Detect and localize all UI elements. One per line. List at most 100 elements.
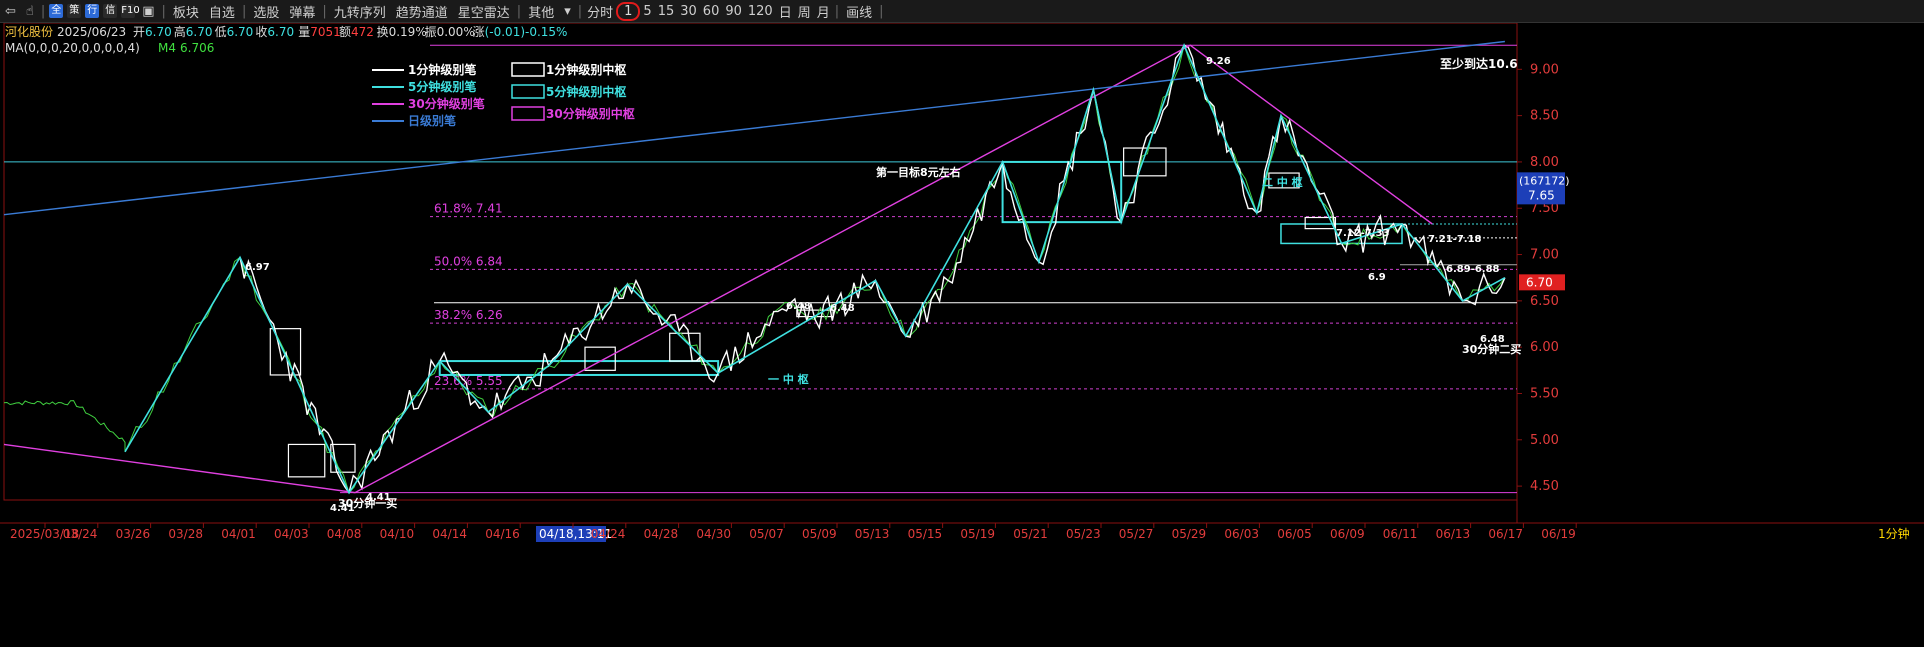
header-date: 2025/06/23 bbox=[57, 25, 126, 39]
x-tick-label: 04/10 bbox=[380, 527, 415, 541]
period-10[interactable]: 月 bbox=[814, 2, 833, 21]
x-tick-label: 05/07 bbox=[749, 527, 784, 541]
high-label: 高 bbox=[174, 24, 186, 39]
y-tick-label: 9.00 bbox=[1530, 62, 1559, 77]
target2-label: 至少到达10.6 bbox=[1440, 56, 1518, 71]
period-4[interactable]: 30 bbox=[677, 4, 700, 19]
period-3[interactable]: 15 bbox=[655, 4, 678, 19]
x-tick-label: 06/13 bbox=[1436, 527, 1471, 541]
high-value: 6.70 bbox=[186, 25, 213, 39]
x-tick-label: 06/05 bbox=[1277, 527, 1312, 541]
price-441a: 4.41 bbox=[330, 503, 355, 514]
vol-label: 量 bbox=[298, 25, 310, 39]
zs-b-label: 7.21-7.18 bbox=[1428, 234, 1482, 245]
toolbar-badge-2[interactable]: 行 bbox=[85, 4, 100, 18]
zs2-label: 二 中 枢 bbox=[1262, 175, 1303, 189]
vol-value: 7051 bbox=[310, 25, 341, 39]
turn-value: 0.19% bbox=[389, 25, 427, 39]
draw-line-button[interactable]: 画线 bbox=[841, 2, 877, 21]
ma4-value: 6.706 bbox=[180, 41, 214, 55]
x-tick-label: 04/16 bbox=[485, 527, 520, 541]
fib-label: 61.8% 7.41 bbox=[434, 202, 503, 216]
x-tick-label: 05/21 bbox=[1013, 527, 1048, 541]
x-tick-label: 04/14 bbox=[432, 527, 467, 541]
amt-label: 额 bbox=[339, 25, 351, 39]
open-value: 6.70 bbox=[145, 25, 172, 39]
x-tick-label: 05/29 bbox=[1172, 527, 1207, 541]
x-tick-label: 06/19 bbox=[1541, 527, 1576, 541]
back-icon[interactable]: ⇦ bbox=[0, 4, 21, 19]
toolbar-sep: | bbox=[879, 3, 884, 19]
kline-chart[interactable]: 9.008.508.007.507.006.506.005.505.004.50… bbox=[0, 23, 1924, 647]
x-tick-label: 04/03 bbox=[274, 527, 309, 541]
period-0[interactable]: 分时 bbox=[584, 2, 616, 21]
x-tick-label: 04/08 bbox=[327, 527, 362, 541]
toolbar-item-0[interactable]: 板块 bbox=[168, 2, 204, 21]
legend-label: 30分钟级别中枢 bbox=[546, 106, 635, 121]
fib-label: 50.0% 6.84 bbox=[434, 254, 503, 268]
ma4-label: M4 bbox=[158, 41, 176, 55]
toolbar-item-2[interactable]: 选股 bbox=[248, 2, 284, 21]
y-tick-label: 5.00 bbox=[1530, 433, 1559, 448]
y-tick-label: 8.50 bbox=[1530, 109, 1559, 124]
legend-label: 1分钟级别中枢 bbox=[546, 62, 626, 77]
chg-value: (-0.01)-0.15% bbox=[485, 25, 568, 39]
zs-c-label: 6.89-6.88 bbox=[1446, 264, 1500, 275]
amp-label: 振 bbox=[425, 25, 437, 39]
amt-value: 472 bbox=[351, 25, 374, 39]
price-648b: 6.48 bbox=[830, 303, 855, 314]
toolbar-item-1[interactable]: 自选 bbox=[204, 2, 240, 21]
turn-label: 换 bbox=[377, 25, 389, 39]
toolbar-badge-4[interactable]: F10 bbox=[121, 4, 140, 18]
last-price-value: 6.70 bbox=[1526, 275, 1553, 289]
period-2[interactable]: 5 bbox=[640, 4, 654, 19]
toolbar-item-4[interactable]: 九转序列 bbox=[329, 2, 391, 21]
x-tick-label: 05/23 bbox=[1066, 527, 1101, 541]
toolbar-sep: | bbox=[834, 3, 840, 19]
period-5[interactable]: 60 bbox=[700, 4, 723, 19]
legend-label: 5分钟级别中枢 bbox=[546, 84, 626, 99]
y-tick-label: 6.50 bbox=[1530, 294, 1559, 309]
toolbar-badge-1[interactable]: 策 bbox=[67, 4, 82, 18]
legend-label: 30分钟级别笔 bbox=[408, 96, 485, 111]
toolbar-sep: | bbox=[322, 3, 327, 19]
price-697: 6.97 bbox=[245, 262, 270, 273]
cursor-price-value: 7.65 bbox=[1528, 188, 1555, 202]
toolbar-sep: | bbox=[577, 3, 583, 19]
x-tick-label: 04/01 bbox=[221, 527, 256, 541]
period-8[interactable]: 日 bbox=[776, 2, 795, 21]
x-tick-label: 05/27 bbox=[1119, 527, 1154, 541]
legend-label: 1分钟级别笔 bbox=[408, 62, 476, 77]
period-6[interactable]: 90 bbox=[722, 4, 745, 19]
zs-a-label: 7.12-7.33 bbox=[1336, 228, 1390, 239]
period-7[interactable]: 120 bbox=[745, 4, 776, 19]
period-1[interactable]: 1 bbox=[616, 1, 641, 21]
legend-label: 5分钟级别笔 bbox=[408, 79, 476, 94]
hand-icon[interactable]: ☝ bbox=[21, 4, 39, 19]
period-label: 1分钟 bbox=[1878, 526, 1910, 541]
chart-bg bbox=[0, 23, 1924, 647]
target1-label: 第一目标8元左右 bbox=[876, 165, 961, 179]
toolbar-item-6[interactable]: 星空雷达 bbox=[453, 2, 515, 21]
toolbar: ⇦ ☝ | 全策行信 F10 ▣ | 板块 自选 | 选股 弹幕 | 九转序列 趋势通道 星空雷达 | 其他 ▾ | 分… bbox=[0, 0, 1924, 23]
price-441b: 4.41 bbox=[366, 492, 391, 503]
x-tick-label: 03/28 bbox=[168, 527, 203, 541]
color-icon[interactable]: ▣ bbox=[137, 4, 159, 19]
x-tick-label: 03/24 bbox=[63, 527, 98, 541]
x-tick-label: 04/28 bbox=[644, 527, 679, 541]
dropdown-arrow-icon[interactable]: ▾ bbox=[559, 4, 576, 19]
period-9[interactable]: 周 bbox=[795, 2, 814, 21]
toolbar-item-3[interactable]: 弹幕 bbox=[284, 2, 320, 21]
toolbar-item-7[interactable]: 其他 bbox=[523, 2, 559, 21]
amp-value: 0.00% bbox=[437, 25, 475, 39]
toolbar-item-5[interactable]: 趋势通道 bbox=[391, 2, 453, 21]
y-tick-label: 6.00 bbox=[1530, 340, 1559, 355]
toolbar-badge-0[interactable]: 全 bbox=[49, 4, 64, 18]
chg-label: 涨 bbox=[473, 24, 485, 39]
low-label: 低 bbox=[215, 25, 227, 39]
toolbar-badge-3[interactable]: 信 bbox=[103, 4, 118, 18]
x-tick-label: 06/09 bbox=[1330, 527, 1365, 541]
zs1-label: 一 中 枢 bbox=[768, 372, 809, 386]
legend-label: 日级别笔 bbox=[408, 113, 456, 128]
price-648c: 6.48 bbox=[1480, 334, 1505, 345]
